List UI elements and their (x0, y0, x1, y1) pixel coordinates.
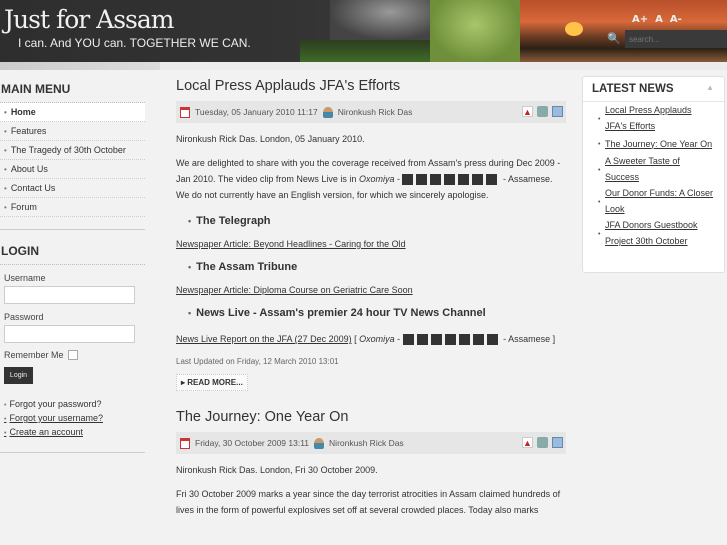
article-intro: Nironkush Rick Das. London, Fri 30 Octob… (176, 465, 378, 475)
section-heading: News Live - Assam's premier 24 hour TV N… (188, 307, 566, 319)
login-title: LOGIN (0, 240, 145, 265)
news-live-line: News Live Report on the JFA (27 Dec 2009… (176, 334, 556, 346)
site-tagline: I can. And YOU can. TOGETHER WE CAN. (18, 36, 251, 50)
username-label: Username (4, 273, 46, 283)
article-link[interactable]: Newspaper Article: Diploma Course on Ger… (176, 285, 566, 295)
article-date: Tuesday, 05 January 2010 11:17 (195, 107, 318, 117)
header-sun (565, 22, 583, 36)
font-reset-button[interactable]: A (655, 14, 663, 25)
news-item[interactable]: • The Journey: One Year On (583, 134, 724, 153)
site-title[interactable]: Just for Assam (4, 5, 174, 34)
article-meta: Tuesday, 05 January 2010 11:17 Nironkush… (176, 101, 566, 123)
font-size-controls: A+ A A- (632, 14, 682, 25)
calendar-icon (180, 106, 190, 118)
article-link[interactable]: Newspaper Article: Beyond Headlines - Ca… (176, 239, 566, 249)
search-icon: 🔍 (607, 32, 621, 45)
menu-item-contact[interactable]: Contact Us (0, 179, 145, 198)
article-title[interactable]: The Journey: One Year On (176, 409, 566, 425)
menu-item-forum[interactable]: Forum (0, 198, 145, 217)
article-paragraph: We are delighted to share with you the c… (176, 158, 561, 200)
login-button[interactable]: Login (4, 367, 33, 384)
assamese-script (402, 174, 500, 186)
password-input[interactable] (4, 325, 135, 343)
article-date: Friday, 30 October 2009 13:11 (195, 438, 310, 448)
author-icon (314, 437, 325, 449)
search-input[interactable] (625, 30, 727, 48)
latest-news-title: LATEST NEWS ▲ (583, 77, 724, 102)
article-author: Nironkush Rick Das (337, 107, 413, 117)
print-icon[interactable] (537, 437, 548, 448)
remember-checkbox[interactable] (67, 350, 78, 360)
article-link[interactable]: News Live Report on the JFA (27 Dec 2009… (176, 334, 352, 344)
email-icon[interactable] (552, 106, 563, 117)
main-content: Local Press Applauds JFA's Efforts Tuesd… (176, 78, 566, 518)
font-decrease-button[interactable]: A- (670, 14, 682, 25)
read-more-button[interactable]: ▸ READ MORE... (176, 374, 248, 391)
header-image-leaf (430, 0, 520, 62)
calendar-icon (180, 437, 190, 449)
latest-news-module: LATEST NEWS ▲ • Local Press Applauds JFA's… (582, 76, 725, 273)
remember-me: Remember Me (0, 343, 145, 360)
article-meta: Friday, 30 October 2009 13:11 Nironkush … (176, 432, 566, 454)
email-icon[interactable] (552, 437, 563, 448)
left-sidebar: MAIN MENU Home Features The Tragedy of 3… (0, 78, 145, 463)
site-header: Just for Assam I can. And YOU can. TOGET… (0, 0, 727, 62)
divider (0, 229, 145, 230)
section-heading: The Telegraph (188, 215, 566, 227)
login-links: Forgot your password? Forgot your userna… (0, 398, 145, 440)
menu-item-home[interactable]: Home (0, 103, 145, 122)
news-item[interactable]: • Local Press Applauds JFA's Efforts (583, 102, 724, 134)
divider (0, 452, 145, 453)
article-paragraph: Fri 30 October 2009 marks a year since t… (176, 489, 561, 515)
create-account-link[interactable]: Create an account (0, 426, 145, 440)
author-icon (322, 106, 333, 118)
print-icon[interactable] (537, 106, 548, 117)
last-updated: Last Updated on Friday, 12 March 2010 13… (176, 357, 339, 366)
main-menu-title: MAIN MENU (0, 78, 145, 103)
header-image-field (300, 40, 430, 62)
news-item[interactable]: • Our Donor Funds: A Closer Look (583, 185, 724, 217)
menu-item-features[interactable]: Features (0, 122, 145, 141)
font-increase-button[interactable]: A+ (632, 14, 648, 25)
remember-label: Remember Me (4, 350, 64, 360)
menu-item-about[interactable]: About Us (0, 160, 145, 179)
article-intro: Nironkush Rick Das. London, 05 January 2… (176, 134, 365, 144)
header-shadow-bar (0, 62, 727, 70)
password-label: Password (4, 312, 44, 322)
collapse-icon[interactable]: ▲ (706, 83, 714, 92)
pdf-icon[interactable]: ▲ (522, 437, 533, 448)
forgot-username-link[interactable]: Forgot your username? (0, 412, 145, 426)
username-input[interactable] (4, 286, 135, 304)
section-heading: The Assam Tribune (188, 261, 566, 273)
article-title[interactable]: Local Press Applauds JFA's Efforts (176, 78, 566, 94)
article-author: Nironkush Rick Das (329, 438, 404, 448)
header-image-clouds (330, 0, 430, 40)
pdf-icon[interactable]: ▲ (522, 106, 533, 117)
menu-item-tragedy[interactable]: The Tragedy of 30th October (0, 141, 145, 160)
news-item[interactable]: • A Sweeter Taste of Success (583, 153, 724, 185)
news-item[interactable]: • JFA Donors Guestbook Project 30th Octob… (583, 217, 724, 249)
forgot-password-link[interactable]: Forgot your password? (0, 398, 145, 412)
